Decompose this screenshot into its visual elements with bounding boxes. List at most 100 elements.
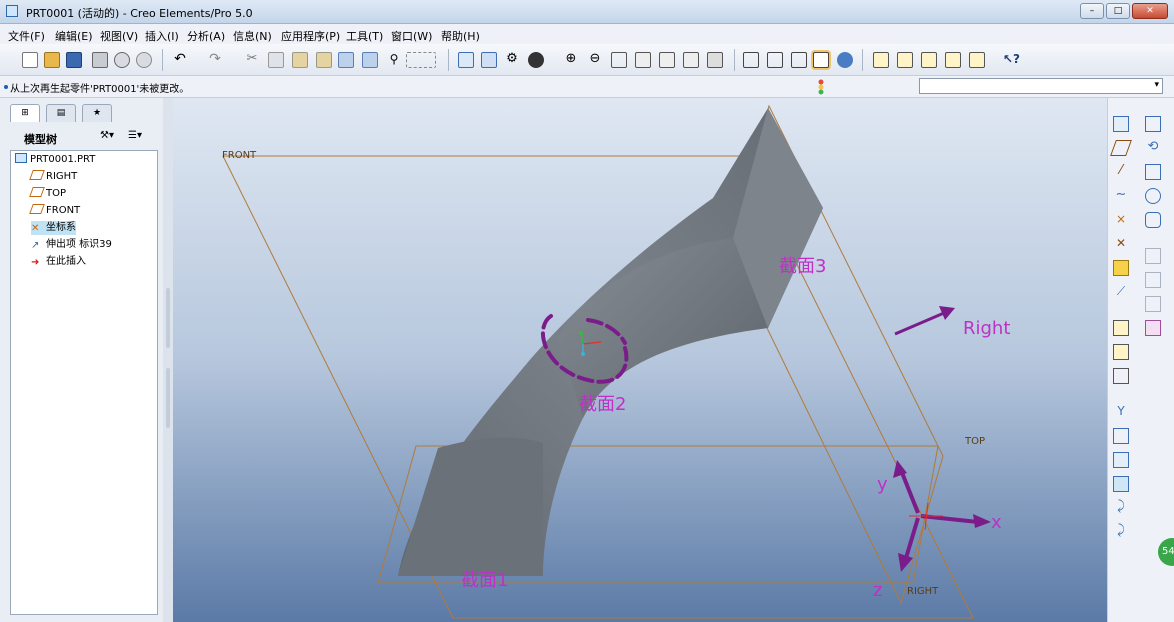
tree-show-icon[interactable]: ☰▾ (124, 128, 146, 144)
coordinate-systems-toggle-icon[interactable] (945, 52, 961, 68)
save-icon[interactable] (66, 52, 82, 68)
email-icon[interactable] (136, 52, 152, 68)
tree-item-front[interactable]: FRONT (29, 204, 80, 218)
tree-item-insert-here[interactable]: ➜ 在此插入 (31, 255, 86, 269)
datum-points-toggle-icon[interactable] (921, 52, 937, 68)
open-folder-icon[interactable] (44, 52, 60, 68)
sketch-icon[interactable] (1113, 116, 1129, 132)
print-icon[interactable] (92, 52, 108, 68)
zoom-out-icon[interactable]: ⊖ (587, 52, 603, 68)
section3-label: 截面3 (779, 256, 826, 277)
menu-window[interactable]: 窗口(W) (391, 28, 432, 44)
solidify-tool-icon[interactable]: ⤸ (1113, 524, 1129, 540)
search-icon[interactable]: ⚲ (386, 52, 402, 68)
saved-views-icon[interactable] (659, 52, 675, 68)
context-help-icon[interactable]: ↖? (1003, 52, 1020, 68)
revolve-icon[interactable]: ⟲ (1145, 140, 1161, 156)
appearance-icon[interactable] (528, 52, 544, 68)
redo-icon[interactable]: ↷ (207, 52, 223, 68)
tab-folder-browser[interactable]: ▤ (46, 104, 76, 122)
new-file-icon[interactable] (22, 52, 38, 68)
boundary-blend-icon[interactable] (1145, 212, 1161, 228)
round-tool-icon[interactable] (1113, 428, 1129, 444)
trim-icon[interactable] (1145, 296, 1161, 312)
splitter-grip[interactable] (166, 288, 170, 348)
datum-axis-tool-icon[interactable]: ⁄ (1113, 164, 1129, 180)
no-hidden-icon[interactable] (791, 52, 807, 68)
menu-bar: 文件(F) 编辑(E) 视图(V) 插入(I) 分析(A) 信息(N) 应用程序… (0, 24, 1174, 44)
selection-filter-dropdown[interactable]: ▾ (919, 78, 1163, 94)
menu-analysis[interactable]: 分析(A) (187, 28, 225, 44)
tree-settings-icon[interactable]: ⚒▾ (96, 128, 118, 144)
copy-icon[interactable] (268, 52, 284, 68)
orient-mode-icon[interactable]: ⚙ (504, 52, 520, 68)
menu-info[interactable]: 信息(N) (233, 28, 272, 44)
shell-tool-icon[interactable] (1113, 344, 1129, 360)
tree-item-right[interactable]: RIGHT (29, 170, 77, 184)
paste-icon[interactable] (292, 52, 308, 68)
extrude-icon[interactable] (1145, 116, 1161, 132)
graphics-window[interactable]: FRONT TOP RIGHT 截面1 截面2 截面3 Right x y z (173, 98, 1107, 622)
regen-manager-icon[interactable] (362, 52, 378, 68)
enhanced-realism-icon[interactable] (837, 52, 853, 68)
coordinate-system-tool-icon[interactable]: ✕ (1113, 236, 1129, 252)
layers-icon[interactable] (683, 52, 699, 68)
thicken-tool-icon[interactable]: ⤸ (1113, 500, 1129, 516)
datum-curve-icon[interactable]: ∼ (1113, 188, 1129, 204)
blend-icon[interactable] (1145, 188, 1161, 204)
datum-planes-toggle-icon[interactable] (873, 52, 889, 68)
regenerate-icon[interactable] (338, 52, 354, 68)
panel-splitter[interactable] (163, 98, 173, 622)
draft-tool-icon[interactable]: Y (1113, 404, 1129, 420)
menu-view[interactable]: 视图(V) (100, 28, 138, 44)
menu-file[interactable]: 文件(F) (8, 28, 45, 44)
notification-badge[interactable]: 54 (1158, 538, 1174, 566)
hidden-line-icon[interactable] (767, 52, 783, 68)
tab-favorites[interactable]: ★ (82, 104, 112, 122)
hole-tool-icon[interactable] (1113, 320, 1129, 336)
analysis-feature-icon[interactable] (1113, 260, 1129, 276)
selection-box-icon[interactable] (406, 52, 436, 68)
maximize-button[interactable]: □ (1106, 3, 1130, 19)
table-icon[interactable] (1145, 320, 1161, 336)
front-plane-label: FRONT (222, 150, 257, 161)
zoom-in-icon[interactable]: ⊕ (563, 52, 579, 68)
print-preview-icon[interactable] (114, 52, 130, 68)
refit-icon[interactable] (611, 52, 627, 68)
pattern-tool-icon[interactable] (1113, 476, 1129, 492)
datum-plane-tool-icon[interactable] (1110, 140, 1132, 156)
menu-tools[interactable]: 工具(T) (346, 28, 383, 44)
model-view[interactable]: FRONT TOP RIGHT 截面1 截面2 截面3 Right x y z (173, 98, 1107, 622)
tab-model-tree[interactable]: ⊞ (10, 104, 40, 122)
variable-sweep-icon[interactable] (1145, 164, 1161, 180)
spin-center-icon[interactable] (481, 52, 497, 68)
tree-item-csys[interactable]: ✕ 坐标系 (31, 221, 76, 235)
datum-axes-toggle-icon[interactable] (897, 52, 913, 68)
paste-special-icon[interactable] (316, 52, 332, 68)
tree-item-root[interactable]: PRT0001.PRT (15, 153, 95, 167)
annotations-toggle-icon[interactable] (969, 52, 985, 68)
datum-sketch-icon[interactable]: ⟋ (1113, 284, 1129, 300)
repaint-icon[interactable] (458, 52, 474, 68)
menu-edit[interactable]: 编辑(E) (55, 28, 93, 44)
reorient-icon[interactable] (635, 52, 651, 68)
menu-insert[interactable]: 插入(I) (145, 28, 179, 44)
tree-item-top[interactable]: TOP (29, 187, 66, 201)
splitter-grip[interactable] (166, 368, 170, 428)
mirror-icon[interactable] (1145, 248, 1161, 264)
swept-blend-solid[interactable] (398, 108, 823, 576)
minimize-button[interactable]: – (1080, 3, 1104, 19)
undo-icon[interactable]: ↶ (172, 52, 188, 68)
merge-icon[interactable] (1145, 272, 1161, 288)
wireframe-icon[interactable] (743, 52, 759, 68)
cut-icon[interactable]: ✂ (244, 52, 260, 68)
shading-icon[interactable] (813, 52, 829, 68)
tree-item-protrusion[interactable]: ↗ 伸出项 标识39 (31, 238, 112, 252)
menu-help[interactable]: 帮助(H) (441, 28, 480, 44)
chamfer-tool-icon[interactable] (1113, 452, 1129, 468)
view-manager-icon[interactable] (707, 52, 723, 68)
rib-tool-icon[interactable] (1113, 368, 1129, 384)
datum-point-icon[interactable]: × (1113, 212, 1129, 228)
menu-applications[interactable]: 应用程序(P) (281, 28, 340, 44)
close-button[interactable]: ✕ (1132, 3, 1168, 19)
